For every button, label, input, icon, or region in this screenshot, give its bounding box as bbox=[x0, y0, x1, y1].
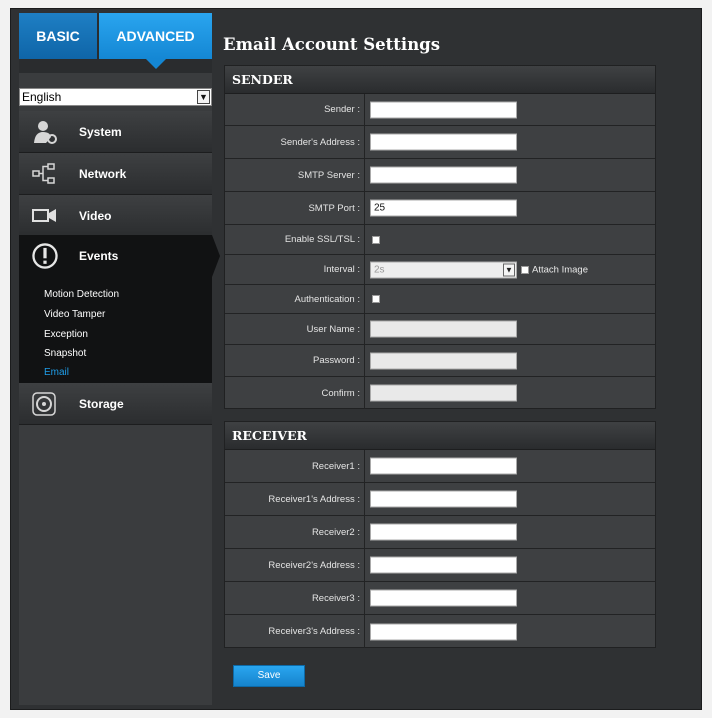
attach-image-checkbox[interactable] bbox=[521, 265, 529, 274]
ssl-checkbox[interactable] bbox=[372, 235, 380, 244]
attach-image-label: Attach Image bbox=[532, 264, 588, 275]
sender-input[interactable] bbox=[370, 101, 517, 118]
sidebar-item-email[interactable]: Email bbox=[44, 367, 69, 378]
mode-tabs: BASIC ADVANCED bbox=[19, 13, 212, 73]
username-input[interactable] bbox=[370, 320, 517, 338]
receiver3-label: Receiver3 : bbox=[225, 582, 365, 614]
username-label: User Name : bbox=[225, 314, 365, 344]
receiver1-address-row: Receiver1's Address : bbox=[225, 483, 655, 516]
interval-row: Interval : 2s ▼ Attach Image bbox=[225, 255, 655, 285]
events-submenu: Motion Detection Video Tamper Exception … bbox=[19, 275, 212, 383]
interval-select[interactable]: 2s ▼ bbox=[370, 261, 517, 278]
receiver2-address-input[interactable] bbox=[370, 556, 517, 574]
network-icon bbox=[32, 163, 55, 184]
receiver1-address-input[interactable] bbox=[370, 490, 517, 508]
receiver1-address-label: Receiver1's Address : bbox=[225, 483, 365, 515]
user-gear-icon bbox=[34, 121, 57, 144]
receiver3-row: Receiver3 : bbox=[225, 582, 655, 615]
sender-label: Sender : bbox=[225, 94, 365, 125]
save-button[interactable]: Save bbox=[233, 665, 305, 687]
sender-address-label: Sender's Address : bbox=[225, 126, 365, 158]
sender-address-row: Sender's Address : bbox=[225, 126, 655, 159]
interval-label: Interval : bbox=[225, 255, 365, 284]
password-label: Password : bbox=[225, 345, 365, 376]
authentication-checkbox[interactable] bbox=[372, 295, 380, 303]
smtp-server-input[interactable] bbox=[370, 166, 517, 184]
receiver2-row: Receiver2 : bbox=[225, 516, 655, 549]
language-selected: English bbox=[22, 90, 62, 104]
receiver2-label: Receiver2 : bbox=[225, 516, 365, 548]
receiver1-input[interactable] bbox=[370, 457, 517, 475]
sidebar-item-system[interactable]: System bbox=[19, 111, 212, 153]
authentication-row: Authentication : bbox=[225, 285, 655, 314]
receiver3-input[interactable] bbox=[370, 589, 517, 607]
main-content: Email Account Settings SENDER Sender : S… bbox=[219, 9, 699, 711]
ssl-row: Enable SSL/TSL : bbox=[225, 225, 655, 255]
sidebar: BASIC ADVANCED English ▼ System Network bbox=[19, 13, 220, 705]
smtp-port-input[interactable] bbox=[370, 199, 517, 217]
smtp-server-row: SMTP Server : bbox=[225, 159, 655, 192]
receiver1-row: Receiver1 : bbox=[225, 450, 655, 483]
sidebar-item-label: Events bbox=[79, 249, 119, 263]
sender-row: Sender : bbox=[225, 94, 655, 126]
sidebar-item-motion-detection[interactable]: Motion Detection bbox=[44, 289, 119, 300]
password-row: Password : bbox=[225, 345, 655, 377]
smtp-server-label: SMTP Server : bbox=[225, 159, 365, 191]
username-row: User Name : bbox=[225, 314, 655, 345]
sidebar-item-label: Storage bbox=[79, 397, 124, 411]
sidebar-item-storage[interactable]: Storage bbox=[19, 383, 212, 425]
password-input[interactable] bbox=[370, 352, 517, 369]
ssl-label: Enable SSL/TSL : bbox=[225, 225, 365, 254]
sidebar-item-video-tamper[interactable]: Video Tamper bbox=[44, 309, 105, 320]
interval-value: 2s bbox=[374, 264, 385, 275]
sidebar-item-network[interactable]: Network bbox=[19, 153, 212, 195]
language-select[interactable]: English ▼ bbox=[19, 88, 212, 106]
receiver3-address-label: Receiver3's Address : bbox=[225, 615, 365, 648]
sender-header: SENDER bbox=[225, 66, 655, 94]
tab-advanced[interactable]: ADVANCED bbox=[99, 13, 212, 69]
confirm-input[interactable] bbox=[370, 384, 517, 402]
confirm-label: Confirm : bbox=[225, 377, 365, 409]
chevron-down-icon: ▼ bbox=[503, 263, 515, 276]
smtp-port-row: SMTP Port : bbox=[225, 192, 655, 225]
tab-basic[interactable]: BASIC bbox=[19, 13, 97, 59]
sidebar-item-video[interactable]: Video bbox=[19, 195, 212, 237]
receiver2-address-row: Receiver2's Address : bbox=[225, 549, 655, 582]
receiver-header: RECEIVER bbox=[225, 422, 655, 450]
sidebar-item-events[interactable]: Events bbox=[19, 235, 220, 277]
sidebar-item-exception[interactable]: Exception bbox=[44, 329, 88, 340]
smtp-port-label: SMTP Port : bbox=[225, 192, 365, 224]
page-title: Email Account Settings bbox=[223, 35, 441, 54]
confirm-row: Confirm : bbox=[225, 377, 655, 409]
receiver2-address-label: Receiver2's Address : bbox=[225, 549, 365, 581]
receiver2-input[interactable] bbox=[370, 523, 517, 541]
authentication-label: Authentication : bbox=[225, 285, 365, 313]
video-camera-icon bbox=[32, 209, 56, 222]
alert-icon bbox=[32, 243, 58, 269]
chevron-down-icon: ▼ bbox=[197, 90, 210, 104]
sender-address-input[interactable] bbox=[370, 133, 517, 151]
sidebar-item-label: System bbox=[79, 125, 122, 139]
receiver1-label: Receiver1 : bbox=[225, 450, 365, 482]
storage-disk-icon bbox=[32, 392, 56, 416]
sender-panel: SENDER Sender : Sender's Address : SMTP … bbox=[224, 65, 656, 409]
app-window: BASIC ADVANCED English ▼ System Network bbox=[10, 8, 702, 710]
receiver-panel: RECEIVER Receiver1 : Receiver1's Address… bbox=[224, 421, 656, 648]
receiver3-address-row: Receiver3's Address : bbox=[225, 615, 655, 648]
sidebar-item-label: Network bbox=[79, 167, 127, 181]
sidebar-item-label: Video bbox=[79, 209, 112, 223]
sidebar-item-snapshot[interactable]: Snapshot bbox=[44, 348, 86, 359]
receiver3-address-input[interactable] bbox=[370, 623, 517, 640]
